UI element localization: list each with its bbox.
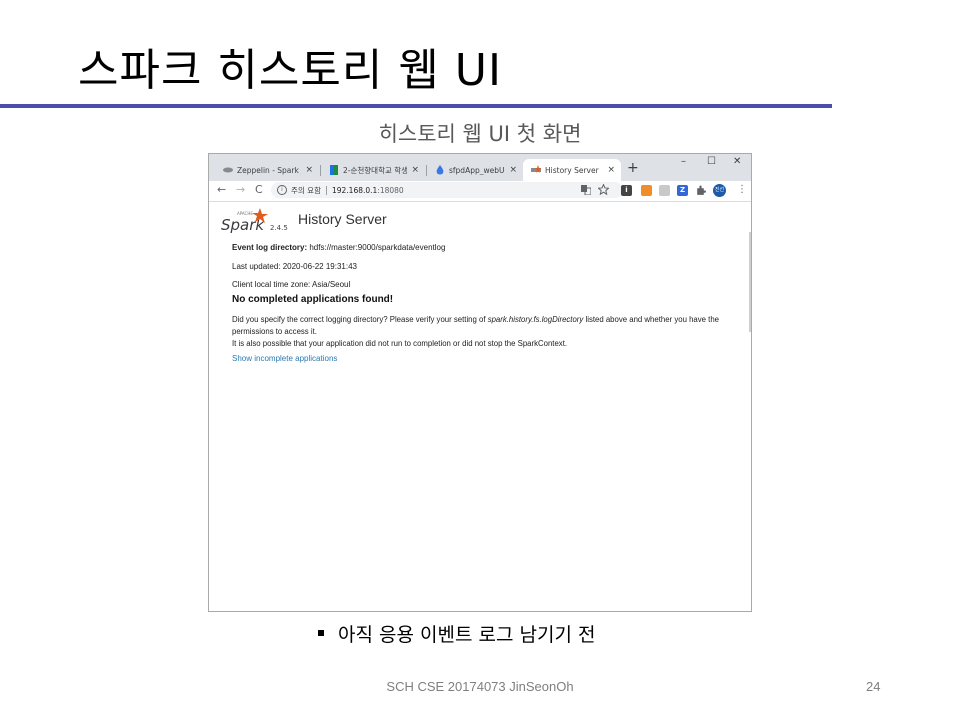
- zeppelin-favicon: [223, 167, 233, 173]
- info-icon[interactable]: i: [277, 185, 287, 195]
- page-number: 24: [866, 679, 881, 694]
- bullet-item: 아직 응용 이벤트 로그 남기기 전: [318, 620, 595, 647]
- no-apps-message: No completed applications found!: [232, 294, 394, 305]
- slide-subtitle: 히스토리 웹 UI 첫 화면: [378, 122, 582, 146]
- extension-z-icon[interactable]: Z: [677, 185, 688, 196]
- tab-sheets[interactable]: 2-순천향대학교 학생 ×: [321, 159, 425, 181]
- browser-menu-icon[interactable]: ⋮: [737, 184, 747, 195]
- event-log-directory: Event log directory: hdfs://master:9000/…: [232, 243, 445, 252]
- hint-config-key: spark.history.fs.logDirectory: [487, 315, 584, 324]
- tab-label: History Server: [545, 165, 599, 175]
- tab-close-icon[interactable]: ×: [305, 165, 313, 175]
- url-port: :18080: [377, 185, 404, 195]
- page-heading: History Server: [298, 211, 387, 227]
- browser-toolbar: ← → C i 주의 요함 192.168.0.1 :18080 i Z 진선 …: [209, 181, 751, 202]
- drop-favicon: [436, 165, 444, 175]
- spark-favicon: [531, 165, 541, 173]
- tab-zeppelin[interactable]: Zeppelin - Spark Jo ×: [215, 159, 319, 181]
- slide-footer: SCH CSE 20174073 JinSeonOh: [386, 679, 574, 694]
- maximize-button[interactable]: ☐: [707, 156, 716, 167]
- spark-version: 2.4.5: [270, 224, 288, 232]
- forward-button[interactable]: →: [236, 183, 245, 196]
- show-incomplete-link[interactable]: Show incomplete applications: [232, 354, 337, 363]
- translate-icon[interactable]: [581, 185, 591, 195]
- extension-grey-icon[interactable]: [659, 185, 670, 196]
- tab-label: 2-순천향대학교 학생: [343, 165, 408, 175]
- reload-button[interactable]: C: [255, 183, 263, 196]
- bullet-text: 아직 응용 이벤트 로그 남기기 전: [338, 624, 596, 646]
- tab-close-icon[interactable]: ×: [607, 165, 615, 175]
- tab-close-icon[interactable]: ×: [509, 165, 517, 175]
- bullet-square-icon: [318, 629, 324, 636]
- url-host: 192.168.0.1: [331, 185, 378, 195]
- completion-hint: It is also possible that your applicatio…: [232, 339, 568, 348]
- puzzle-extensions-icon[interactable]: [695, 185, 706, 196]
- event-log-value: hdfs://master:9000/sparkdata/eventlog: [307, 243, 446, 252]
- minimize-button[interactable]: –: [681, 156, 686, 167]
- tab-strip: Zeppelin - Spark Jo × 2-순천향대학교 학생 × sfpd…: [209, 154, 751, 181]
- browser-window: Zeppelin - Spark Jo × 2-순천향대학교 학생 × sfpd…: [208, 153, 752, 612]
- address-separator: [325, 185, 327, 195]
- back-button[interactable]: ←: [217, 183, 226, 196]
- extension-orange-icon[interactable]: [641, 185, 652, 196]
- new-tab-button[interactable]: +: [627, 160, 639, 176]
- extension-i-icon[interactable]: i: [621, 185, 632, 196]
- scrollbar[interactable]: [749, 232, 751, 332]
- tab-label: sfpdApp_webUI - Ze: [449, 165, 506, 175]
- address-bar[interactable]: i 주의 요함 192.168.0.1 :18080: [271, 182, 623, 198]
- security-label: 주의 요함: [291, 185, 321, 195]
- profile-avatar[interactable]: 진선: [713, 184, 726, 197]
- close-window-button[interactable]: ✕: [733, 156, 741, 167]
- sheets-favicon: [330, 165, 338, 175]
- last-updated: Last updated: 2020-06-22 19:31:43: [232, 262, 357, 271]
- logging-hint: Did you specify the correct logging dire…: [232, 314, 732, 338]
- hint-text-a: Did you specify the correct logging dire…: [232, 315, 488, 324]
- slide-title: 스파크 히스토리 웹 UI: [78, 45, 502, 96]
- tab-history-server[interactable]: History Server ×: [523, 159, 621, 181]
- client-timezone: Client local time zone: Asia/Seoul: [232, 280, 351, 289]
- tab-sfpdapp[interactable]: sfpdApp_webUI - Ze ×: [427, 159, 523, 181]
- tab-close-icon[interactable]: ×: [411, 165, 419, 175]
- tab-label: Zeppelin - Spark Jo: [237, 165, 302, 175]
- event-log-label: Event log directory:: [232, 243, 308, 252]
- title-underline: [0, 104, 832, 108]
- page-content: APACHE Spark 2.4.5 History Server Event …: [209, 202, 751, 611]
- bookmark-star-icon[interactable]: [598, 184, 609, 195]
